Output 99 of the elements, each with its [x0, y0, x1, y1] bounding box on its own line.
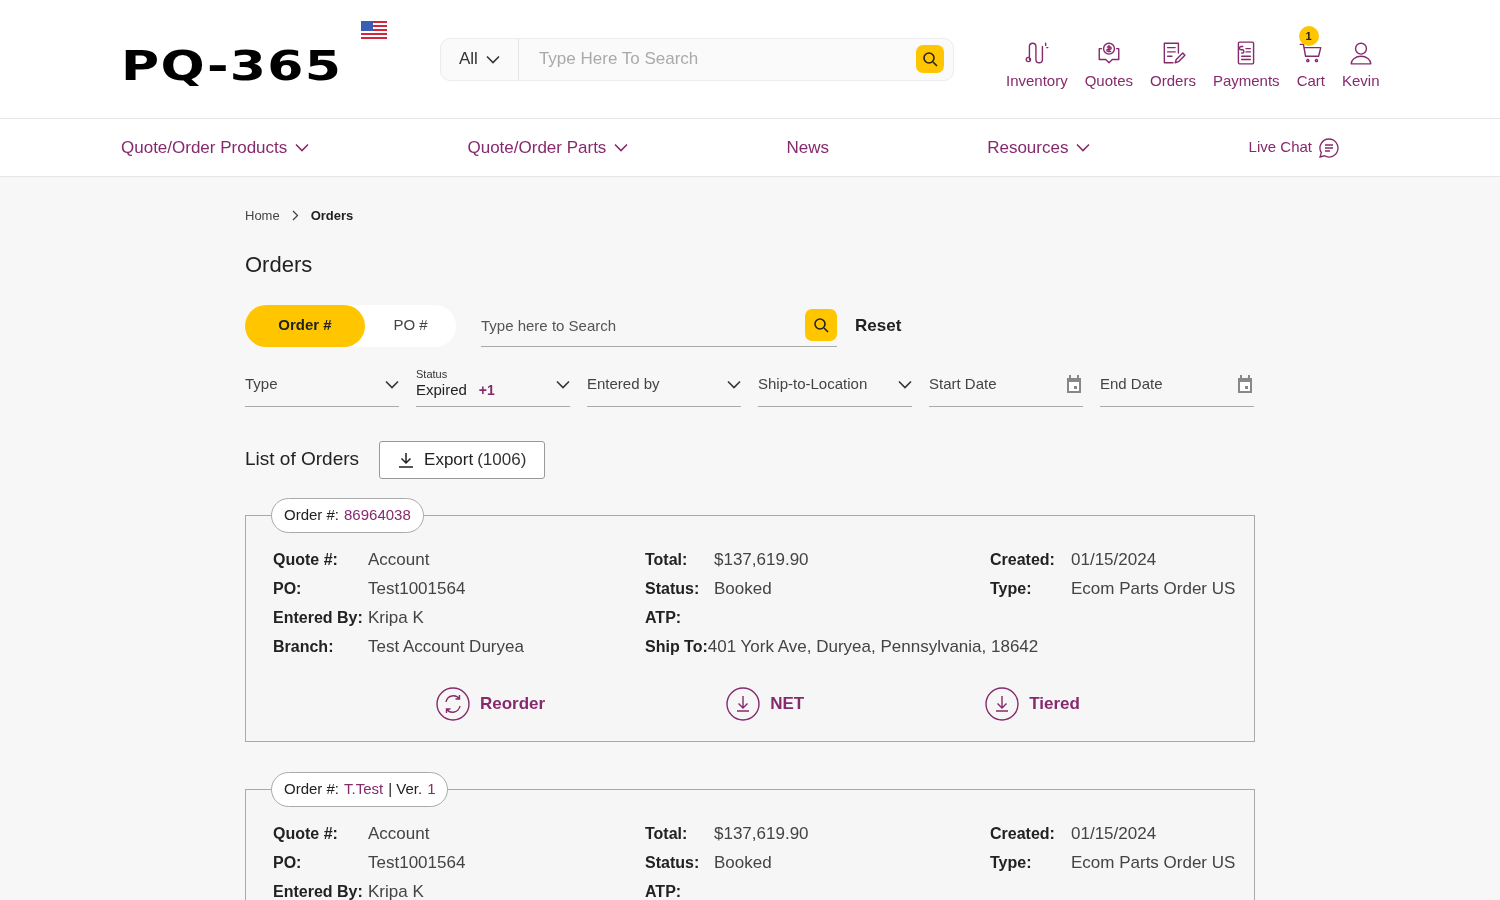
- chevron-icon: [1076, 143, 1091, 152]
- field-value: Booked: [714, 852, 772, 875]
- search-field[interactable]: Type Here To Search: [518, 38, 916, 80]
- chevron-right-icon: [291, 210, 299, 222]
- calendar-icon: [1236, 374, 1254, 394]
- menu-dropdown[interactable]: Resources: [987, 134, 1091, 161]
- field-value: $137,619.90: [714, 823, 809, 846]
- order-number-tag: Order #: 86964038: [271, 497, 424, 533]
- nav-account[interactable]: Kevin: [1341, 25, 1380, 93]
- field-label: PO:: [273, 853, 303, 873]
- count-badge: 1: [1298, 25, 1319, 46]
- field-label: Type: [245, 373, 278, 394]
- field-label: Type:: [990, 853, 1033, 873]
- download-icon: [726, 686, 761, 721]
- reorder-button[interactable]: Reorder: [436, 686, 546, 721]
- field-label: Status:: [645, 579, 701, 599]
- field-label: Type:: [990, 579, 1033, 599]
- search-button[interactable]: [805, 309, 837, 341]
- logo[interactable]: PQ-365: [121, 45, 343, 87]
- scope-dropdown[interactable]: All: [441, 38, 519, 80]
- chevron-icon: [295, 143, 310, 152]
- nav-link[interactable]: Orders: [1150, 25, 1196, 93]
- calendar-icon: [1065, 374, 1083, 394]
- field-label: Status: [416, 368, 449, 380]
- field-value: Ecom Parts Order US: [1071, 578, 1236, 601]
- search-button[interactable]: [916, 45, 944, 73]
- field-label: Entered By:: [273, 882, 364, 900]
- search-icon: [813, 317, 829, 333]
- field-value: 401 York Ave, Duryea, Pennsylvania, 18642: [707, 636, 1039, 659]
- field-label: Quote #:: [273, 824, 339, 844]
- export-button[interactable]: Export (1006): [379, 440, 546, 479]
- field-label: Start Date: [929, 373, 997, 394]
- search-icon: [922, 51, 938, 67]
- field-label: Entered By:: [273, 608, 364, 628]
- flag-icon[interactable]: [361, 21, 387, 39]
- chevron-icon: [385, 379, 399, 389]
- field-value: Account: [368, 823, 430, 846]
- field-label: Created:: [990, 824, 1056, 844]
- download-icon: [398, 451, 415, 468]
- toggle-option[interactable]: PO #: [365, 304, 456, 347]
- reset-button[interactable]: Reset: [855, 312, 902, 339]
- field-label: Total:: [645, 550, 689, 570]
- chevron-icon: [556, 379, 570, 389]
- field-label: Created:: [990, 550, 1056, 570]
- field-value: 01/15/2024: [1071, 823, 1157, 846]
- nav-link[interactable]: Inventory: [1006, 25, 1068, 93]
- search-bar[interactable]: All Type Here To Search: [440, 37, 954, 81]
- field-label: End Date: [1100, 373, 1163, 394]
- field-value: Test Account Duryea: [368, 636, 524, 659]
- filter-dropdown[interactable]: Entered by: [587, 362, 741, 407]
- menu-dropdown[interactable]: Quote/Order Parts: [467, 134, 629, 161]
- field-value: Test1001564: [368, 852, 466, 875]
- field-label: Ship To:: [645, 637, 708, 657]
- date-field[interactable]: Start Date: [929, 362, 1083, 407]
- filter-dropdown[interactable]: Type: [245, 362, 399, 407]
- chevron-icon: [727, 379, 741, 389]
- field-value: Kripa K: [368, 607, 424, 630]
- nav-link[interactable]: Quotes: [1084, 25, 1134, 93]
- date-field[interactable]: End Date: [1100, 362, 1254, 407]
- live-chat-link[interactable]: Live Chat: [1248, 136, 1340, 159]
- toggle-option[interactable]: Order #: [245, 304, 365, 347]
- field-label: Total:: [645, 824, 689, 844]
- chevron-icon: [614, 143, 629, 152]
- field-value: Kripa K: [368, 881, 424, 900]
- chevron-icon: [485, 54, 500, 64]
- menu-dropdown[interactable]: Quote/Order Products: [121, 134, 310, 161]
- more-count: +1: [478, 381, 495, 400]
- field-label: ATP:: [645, 608, 683, 628]
- field-value: Ecom Parts Order US: [1071, 852, 1236, 875]
- nav-link[interactable]: Cart 1: [1296, 25, 1325, 93]
- field-value: Account: [368, 549, 430, 572]
- chevron-icon: [898, 379, 912, 389]
- field-value: 01/15/2024: [1071, 549, 1157, 572]
- field-value: $137,619.90: [714, 549, 809, 572]
- chat-bubble-icon: [1318, 136, 1340, 159]
- field-value: Booked: [714, 578, 772, 601]
- field-label: Branch:: [273, 637, 335, 657]
- breadcrumb-link[interactable]: Orders: [310, 206, 354, 226]
- field-label: ATP:: [645, 882, 683, 900]
- field-label: Ship-to-Location: [758, 373, 868, 394]
- nav-link[interactable]: Payments: [1212, 25, 1280, 93]
- section-title: List of Orders: [245, 447, 360, 472]
- refresh-icon: [436, 686, 470, 721]
- field-label: Quote #:: [273, 550, 339, 570]
- menu-link[interactable]: News: [786, 134, 830, 161]
- download-button[interactable]: NET: [726, 686, 805, 721]
- field-value: Expired: [416, 380, 467, 400]
- breadcrumb-link[interactable]: Home: [245, 206, 280, 226]
- page-title: Orders: [245, 250, 314, 279]
- download-button[interactable]: Tiered: [985, 686, 1080, 721]
- filter-dropdown[interactable]: Ship-to-Location: [758, 362, 912, 407]
- filter-dropdown[interactable]: Status Expired +1: [416, 362, 570, 407]
- order-search-field[interactable]: Type here to Search: [481, 304, 805, 347]
- field-label: Entered by: [587, 373, 660, 394]
- download-icon: [985, 686, 1020, 721]
- field-label: PO:: [273, 579, 303, 599]
- field-label: Status:: [645, 853, 701, 873]
- field-value: Test1001564: [368, 578, 466, 601]
- order-number-tag: Order #: T.Test | Ver. 1: [271, 771, 449, 807]
